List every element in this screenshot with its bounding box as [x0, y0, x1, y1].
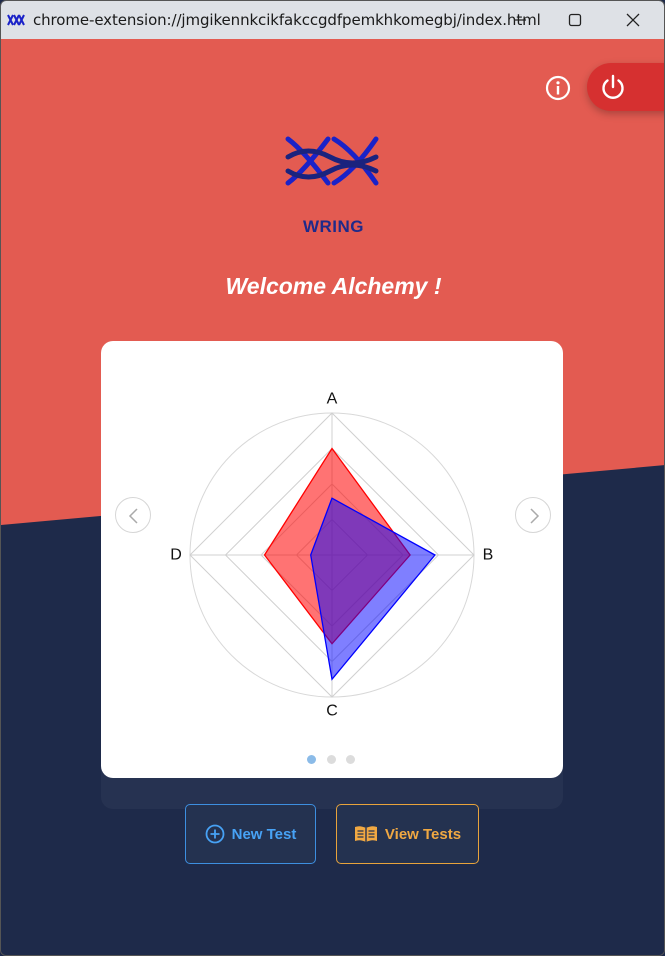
chevron-right-icon — [530, 508, 540, 524]
minimize-button[interactable] — [498, 5, 542, 35]
extension-window: chrome-extension://jmgikennkcikfakccgdfp… — [0, 0, 665, 956]
carousel-next-button[interactable] — [515, 497, 551, 533]
view-tests-button[interactable]: View Tests — [336, 804, 479, 864]
chart-card: A B C D — [101, 341, 563, 778]
radar-series-2 — [310, 497, 436, 681]
carousel-dot-1[interactable] — [307, 755, 316, 764]
carousel-dot-2[interactable] — [327, 755, 336, 764]
title-bar: chrome-extension://jmgikennkcikfakccgdfp… — [1, 1, 664, 39]
info-icon — [545, 75, 571, 101]
power-icon — [602, 74, 624, 99]
view-tests-label: View Tests — [384, 825, 462, 843]
maximize-icon — [568, 13, 582, 27]
window-title: chrome-extension://jmgikennkcikfakccgdfp… — [33, 11, 541, 29]
chevron-left-icon — [128, 508, 138, 524]
new-test-label: New Test — [231, 825, 297, 843]
power-button[interactable] — [587, 63, 664, 111]
wring-favicon-icon — [7, 14, 25, 26]
radar-axis-label-c: C — [326, 703, 338, 720]
maximize-button[interactable] — [553, 5, 597, 35]
new-test-button[interactable]: New Test — [185, 804, 316, 864]
plus-circle-icon — [205, 824, 225, 844]
close-button[interactable] — [611, 5, 655, 35]
app-content: WRING Welcome Alchemy ! A B C D New Test Vi… — [1, 39, 664, 955]
brand-name: WRING — [302, 217, 365, 236]
radar-axis-label-a: A — [327, 391, 338, 408]
carousel-dot-3[interactable] — [346, 755, 355, 764]
radar-chart: A B C D — [170, 391, 494, 720]
close-icon — [626, 13, 640, 27]
welcome-heading: Welcome Alchemy ! — [225, 273, 442, 299]
carousel-dots — [307, 755, 367, 765]
carousel-prev-button[interactable] — [115, 497, 151, 533]
book-open-icon — [354, 826, 377, 842]
wring-logo — [285, 136, 379, 186]
radar-axis-label-d: D — [170, 547, 182, 564]
minimize-icon — [514, 19, 526, 21]
info-button[interactable] — [544, 74, 572, 102]
radar-axis-label-b: B — [483, 547, 494, 564]
